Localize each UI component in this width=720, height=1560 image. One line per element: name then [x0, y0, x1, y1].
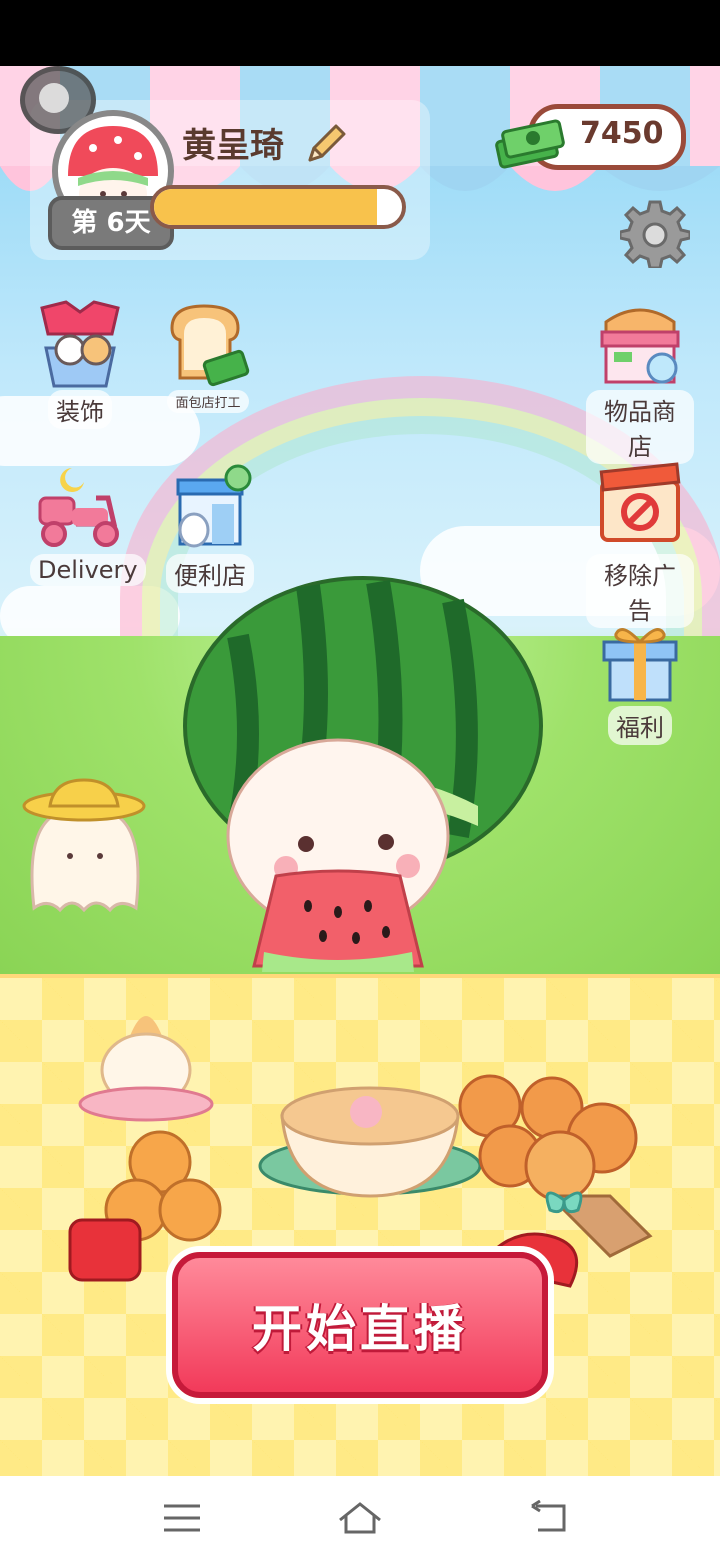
menu-icon[interactable] — [160, 1500, 204, 1536]
pencil-edit-icon[interactable] — [302, 120, 350, 166]
menu-convenience-store[interactable]: 便利店 — [158, 458, 262, 593]
gear-icon[interactable] — [620, 198, 690, 268]
menu-bakery-job[interactable]: 面包店打工 — [156, 298, 260, 413]
experience-bar — [150, 185, 406, 229]
game-scene: 第 6天 黄呈琦 7450 装饰 面包店打工 Delivery 便利店 物品商店… — [0, 66, 720, 1476]
player-character[interactable] — [178, 576, 548, 976]
menu-label: 物品商店 — [586, 390, 694, 464]
ghost-npc[interactable] — [20, 778, 150, 918]
shop-stall-icon — [600, 308, 680, 384]
menu-item-shop[interactable]: 物品商店 — [586, 298, 694, 464]
system-nav-bar — [0, 1476, 720, 1560]
menu-label: 面包店打工 — [167, 390, 249, 413]
player-name: 黄呈琦 — [182, 126, 284, 166]
start-live-button[interactable]: 开始直播 — [172, 1252, 548, 1398]
back-icon[interactable] — [528, 1500, 572, 1536]
status-bar — [0, 0, 720, 66]
menu-label: 装饰 — [48, 390, 112, 429]
menu-benefits[interactable]: 福利 — [586, 618, 694, 745]
experience-bar-fill — [154, 189, 378, 225]
menu-label: 福利 — [608, 706, 672, 745]
menu-label: Delivery — [30, 554, 146, 586]
home-icon[interactable] — [336, 1500, 384, 1536]
menu-label: 移除广告 — [586, 554, 694, 628]
bread-icon — [170, 304, 250, 387]
food-display — [68, 1016, 653, 1288]
no-ads-icon — [599, 462, 681, 542]
menu-decoration[interactable]: 装饰 — [30, 298, 130, 429]
menu-delivery[interactable]: Delivery — [30, 458, 146, 586]
menu-remove-ads[interactable]: 移除广告 — [586, 458, 694, 628]
money-value: 7450 — [580, 116, 664, 151]
convenience-store-icon — [176, 464, 252, 548]
clothes-basket-icon — [40, 300, 120, 388]
cash-stack-icon — [495, 119, 565, 169]
scooter-icon — [38, 468, 119, 547]
gift-box-icon — [602, 628, 678, 702]
